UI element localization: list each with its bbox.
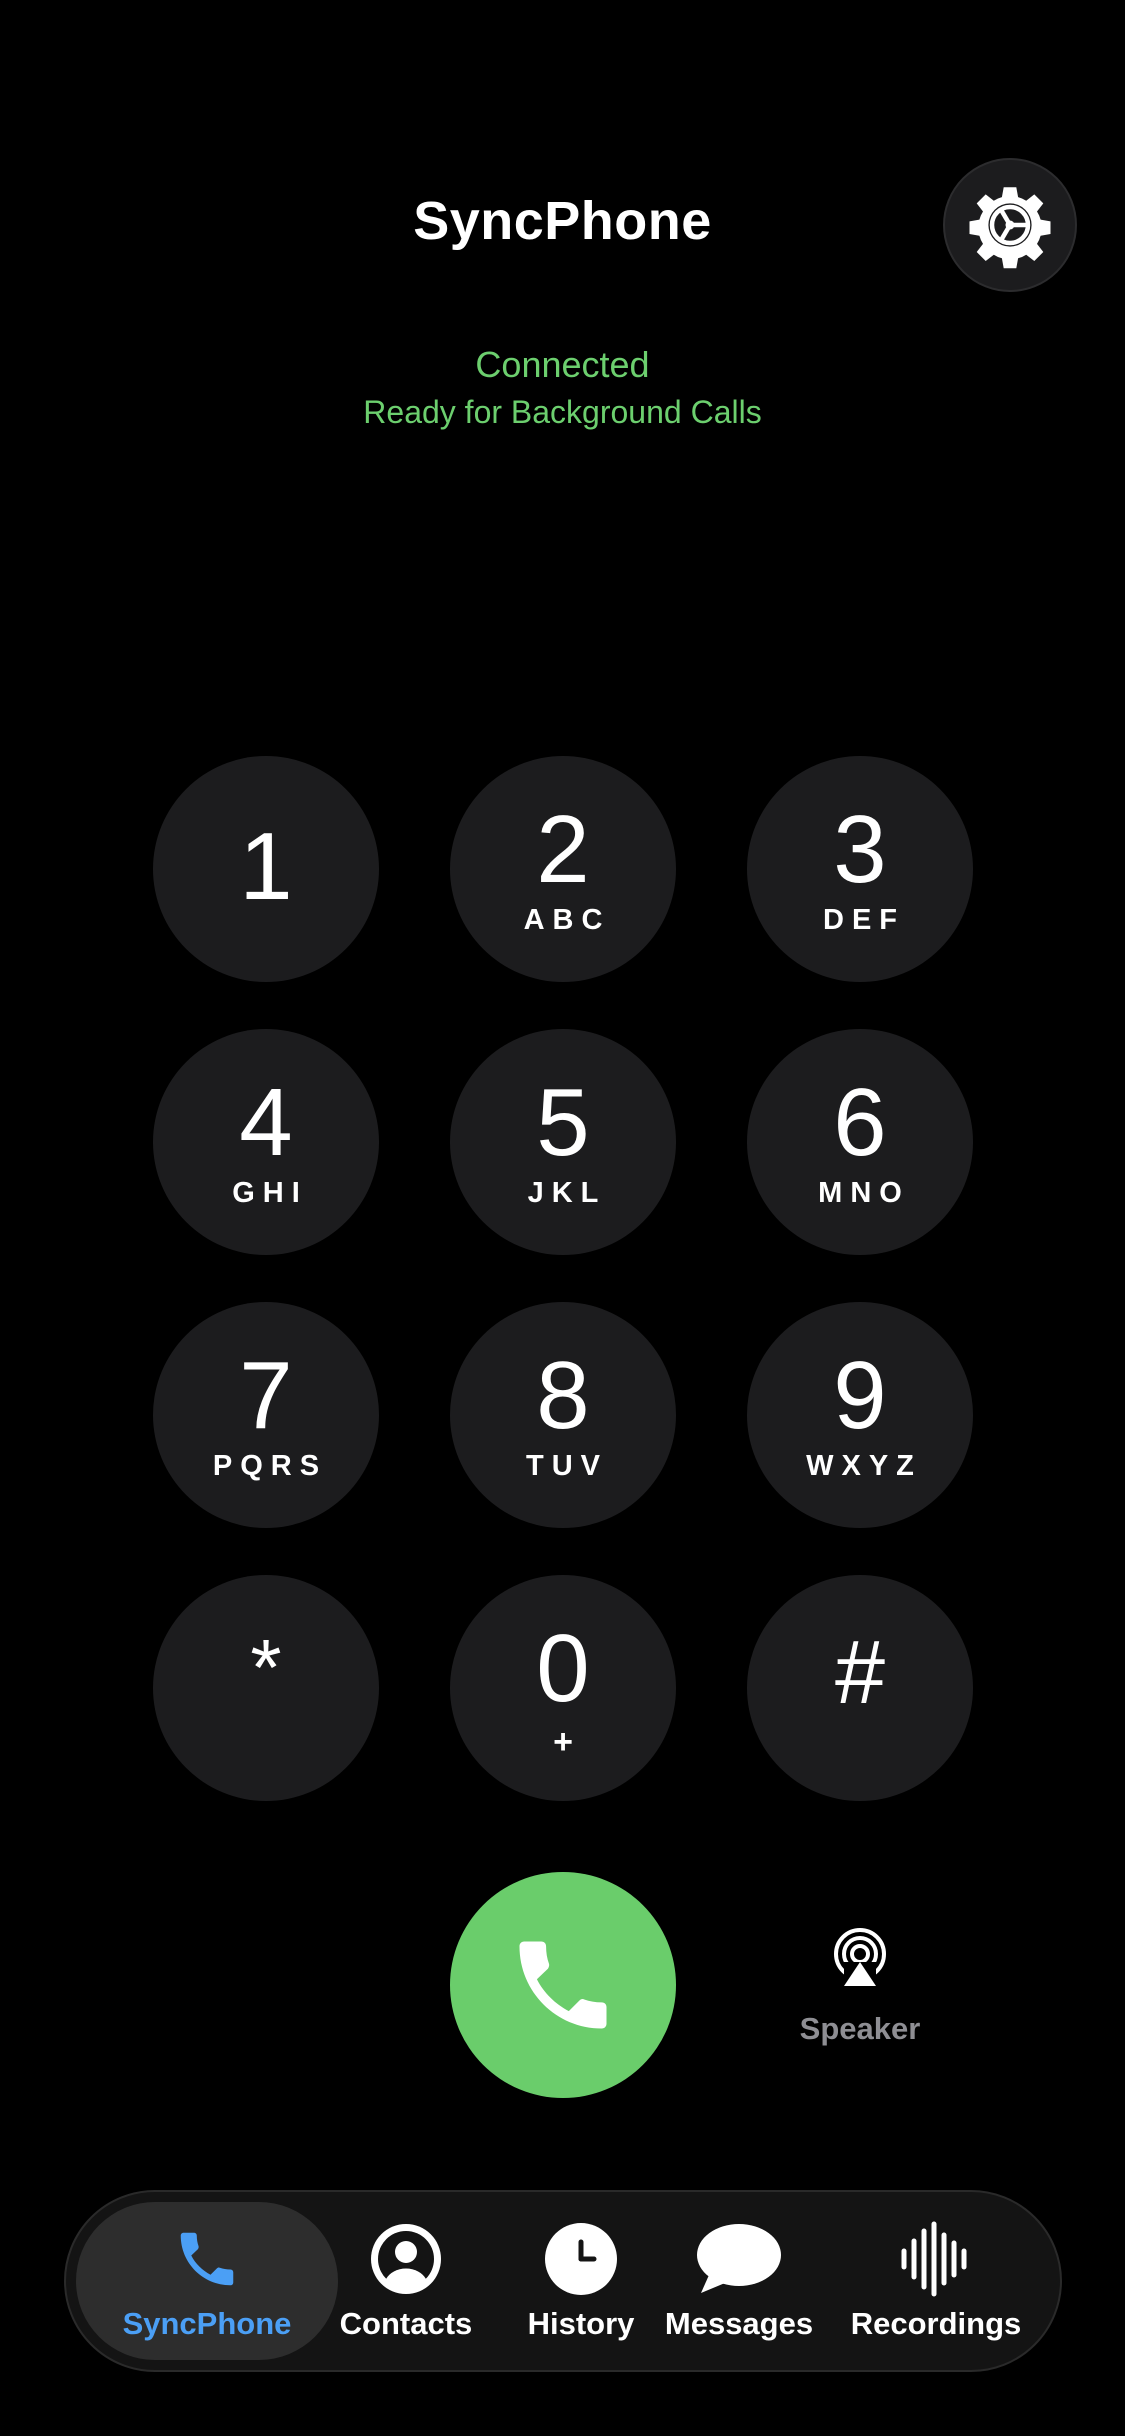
tab-recordings[interactable]: Recordings [826, 2192, 1046, 2370]
tab-label: Contacts [339, 2306, 473, 2341]
key-8[interactable]: 8 TUV [450, 1302, 676, 1528]
tab-history[interactable]: History [496, 2192, 666, 2370]
key-digit: * [250, 1623, 282, 1712]
key-digit: 6 [833, 1069, 887, 1176]
key-digit: 0 [536, 1615, 590, 1722]
key-star[interactable]: * [153, 1575, 379, 1801]
key-digit: 1 [239, 813, 293, 920]
key-digit: 3 [833, 796, 887, 903]
key-letters: JKL [527, 1177, 607, 1209]
tab-label: History [527, 2306, 635, 2341]
tab-label: Recordings [850, 2306, 1022, 2341]
key-letters: DEF [823, 904, 905, 936]
key-0[interactable]: 0 + [450, 1575, 676, 1801]
key-letters: PQRS [212, 1450, 328, 1482]
connection-status: Connected [475, 344, 650, 385]
settings-button[interactable] [943, 158, 1077, 292]
key-letters: MNO [818, 1177, 910, 1209]
key-digit: 5 [536, 1069, 590, 1176]
key-digit: 8 [536, 1342, 590, 1449]
key-9[interactable]: 9 WXYZ [747, 1302, 973, 1528]
key-4[interactable]: 4 GHI [153, 1029, 379, 1255]
key-letters: WXYZ [806, 1450, 922, 1482]
speaker-label: Speaker [799, 2011, 921, 2046]
phone-icon [180, 2232, 234, 2286]
airplay-audio-icon [834, 1928, 886, 1988]
waveform-icon [901, 2221, 967, 2297]
key-6[interactable]: 6 MNO [747, 1029, 973, 1255]
key-digit: 7 [239, 1342, 293, 1449]
key-digit: 2 [536, 796, 590, 903]
key-2[interactable]: 2 ABC [450, 756, 676, 982]
gear-icon [969, 187, 1051, 269]
key-hash[interactable]: # [747, 1575, 973, 1801]
tab-contacts[interactable]: Contacts [316, 2192, 496, 2370]
tab-label: SyncPhone [122, 2306, 292, 2341]
dialer-screen: SyncPhone Connected Ready for Background… [0, 0, 1125, 2436]
key-7[interactable]: 7 PQRS [153, 1302, 379, 1528]
key-letters: + [553, 1723, 573, 1761]
key-digit: # [834, 1623, 886, 1723]
clock-icon [545, 2223, 617, 2295]
key-digit: 9 [833, 1342, 887, 1449]
speaker-button[interactable]: Speaker [760, 1928, 960, 2047]
tab-syncphone[interactable]: SyncPhone [76, 2192, 338, 2370]
key-3[interactable]: 3 DEF [747, 756, 973, 982]
call-button[interactable] [450, 1872, 676, 2098]
tab-label: Messages [664, 2306, 814, 2341]
tab-messages[interactable]: Messages [644, 2192, 834, 2370]
key-letters: GHI [232, 1177, 308, 1209]
key-letters: ABC [523, 904, 611, 936]
tab-bar: SyncPhone Contacts History Messages Reco… [64, 2190, 1062, 2372]
person-circle-icon [371, 2224, 441, 2294]
connection-substatus: Ready for Background Calls [363, 394, 762, 430]
key-digit: 4 [239, 1069, 293, 1176]
phone-icon [519, 1941, 607, 2029]
message-bubble-icon [697, 2224, 781, 2293]
key-1[interactable]: 1 [153, 756, 379, 982]
key-5[interactable]: 5 JKL [450, 1029, 676, 1255]
key-letters: TUV [526, 1450, 608, 1482]
